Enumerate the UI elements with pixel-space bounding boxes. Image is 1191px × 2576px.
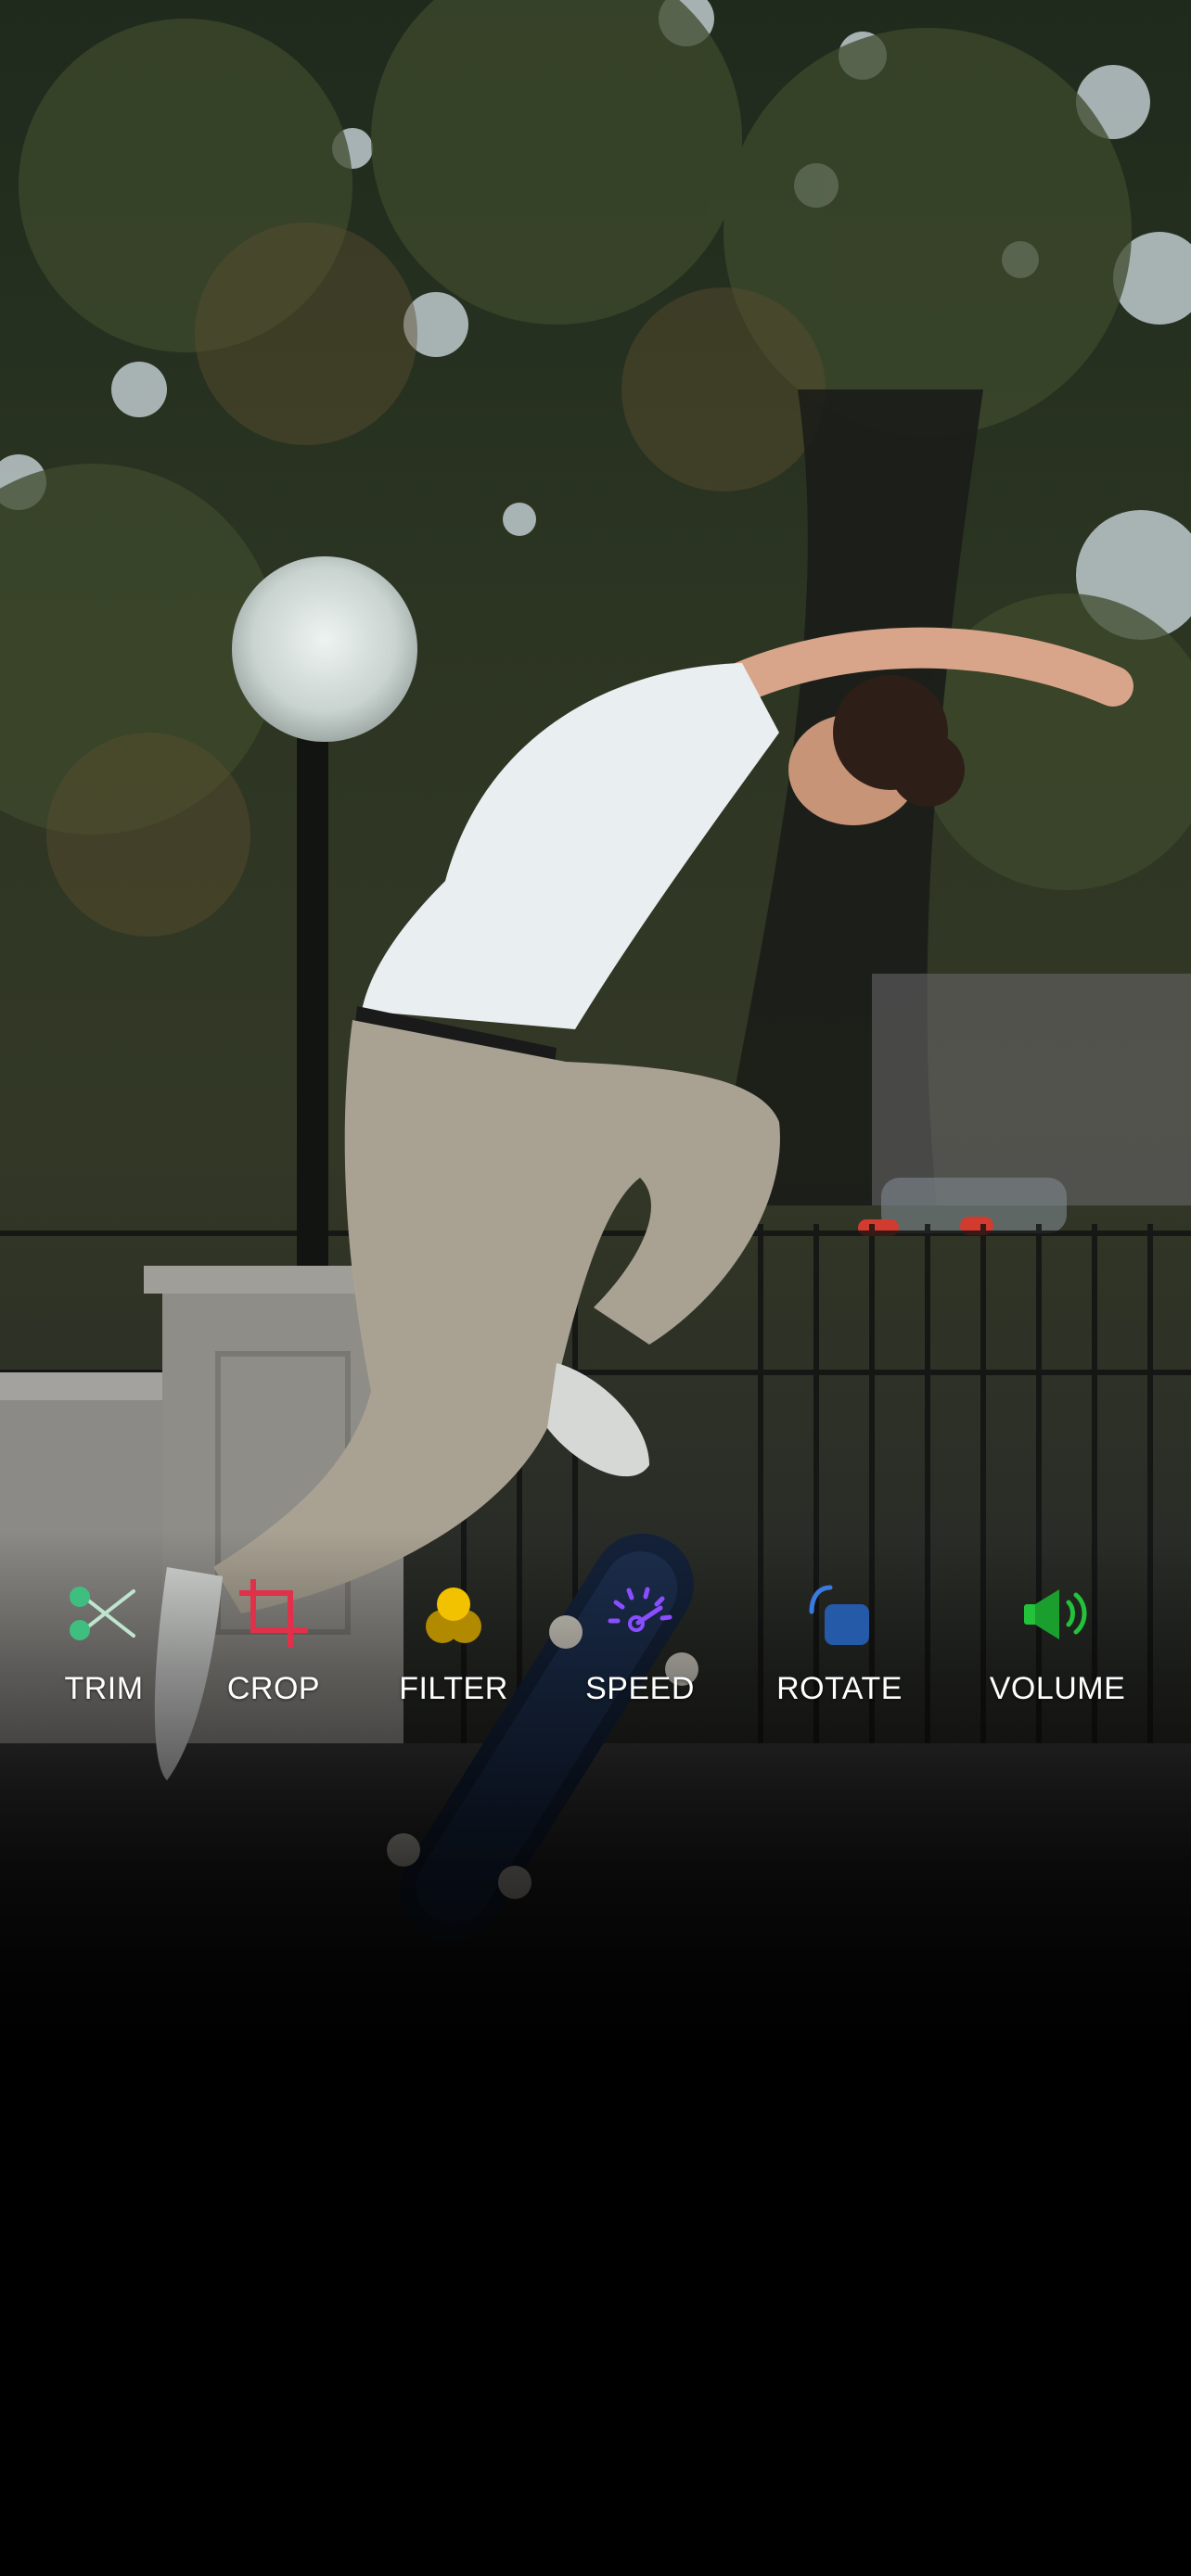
speed-button[interactable]: SPEED bbox=[547, 1576, 733, 1725]
edit-toolbar: TRIM CROP FILTER SPEED ROTATE VOLUME bbox=[0, 1576, 1191, 1725]
volume-label: VOLUME bbox=[989, 1671, 1126, 1706]
rotate-button[interactable]: ROTATE bbox=[747, 1576, 932, 1725]
scissors-icon bbox=[67, 1576, 141, 1651]
filter-label: FILTER bbox=[399, 1671, 508, 1706]
trim-label: TRIM bbox=[64, 1671, 144, 1706]
rotate-icon bbox=[802, 1576, 877, 1651]
trim-button[interactable]: TRIM bbox=[11, 1576, 197, 1725]
crop-label: CROP bbox=[226, 1671, 321, 1706]
speedometer-icon bbox=[603, 1576, 677, 1651]
rotate-label: ROTATE bbox=[776, 1671, 903, 1706]
crop-button[interactable]: CROP bbox=[181, 1576, 366, 1725]
filter-icon bbox=[416, 1576, 491, 1651]
speed-label: SPEED bbox=[585, 1671, 695, 1706]
video-preview[interactable] bbox=[0, 0, 1191, 2040]
crop-icon bbox=[237, 1576, 311, 1651]
filter-button[interactable]: FILTER bbox=[361, 1576, 546, 1725]
volume-button[interactable]: VOLUME bbox=[965, 1576, 1150, 1725]
speaker-icon bbox=[1020, 1576, 1095, 1651]
video-editor-screen: TRIM CROP FILTER SPEED ROTATE VOLUME bbox=[0, 0, 1191, 2576]
